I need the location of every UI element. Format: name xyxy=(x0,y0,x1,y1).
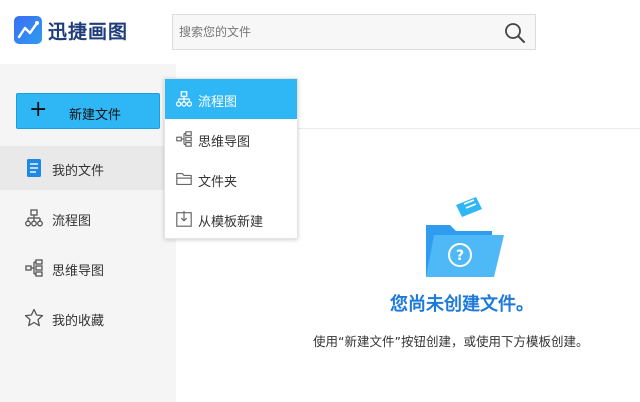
sidebar-item-flowchart[interactable]: 流程图 xyxy=(0,196,164,240)
sidebar-item-label: 思维导图 xyxy=(52,264,105,279)
dropdown-item-folder[interactable]: 文件夹 xyxy=(165,159,297,199)
mindmap-icon xyxy=(175,130,193,148)
sidebar-item-favorites[interactable]: 我的收藏 xyxy=(0,296,164,340)
empty-state-description: 使用“新建文件”按钮创建，或使用下方模板创建。 xyxy=(313,334,589,349)
new-file-dropdown: 流程图 思维导图 文件夹 从模板新建 xyxy=(164,78,298,239)
sidebar-item-label: 流程图 xyxy=(52,214,92,229)
sidebar-item-my-files[interactable]: 我的文件 xyxy=(0,146,164,190)
document-icon xyxy=(24,158,44,178)
empty-folder-illustration: ? xyxy=(420,195,510,285)
dropdown-item-label: 流程图 xyxy=(198,95,238,110)
app-header: 迅捷画图 xyxy=(0,0,640,64)
search-box xyxy=(172,14,536,50)
folder-icon xyxy=(175,170,193,188)
search-input[interactable] xyxy=(173,15,505,49)
dropdown-item-mindmap[interactable]: 思维导图 xyxy=(165,119,297,159)
flowchart-icon xyxy=(175,90,193,108)
empty-state-title: 您尚未创建文件。 xyxy=(390,294,534,315)
dropdown-item-from-template[interactable]: 从模板新建 xyxy=(165,199,297,239)
dropdown-item-label: 文件夹 xyxy=(198,175,238,190)
svg-text:?: ? xyxy=(456,248,464,264)
app-logo[interactable]: 迅捷画图 xyxy=(14,16,128,44)
star-icon xyxy=(24,308,44,328)
dropdown-item-flowchart[interactable]: 流程图 xyxy=(165,79,297,119)
logo-icon xyxy=(14,16,42,44)
template-icon xyxy=(175,210,193,228)
app-name: 迅捷画图 xyxy=(48,20,129,43)
new-file-button[interactable]: + 新建文件 xyxy=(16,93,160,129)
dropdown-item-label: 思维导图 xyxy=(198,135,251,150)
sidebar-item-label: 我的文件 xyxy=(52,164,105,179)
search-icon[interactable] xyxy=(503,21,527,45)
dropdown-item-label: 从模板新建 xyxy=(198,215,264,230)
mindmap-icon xyxy=(24,258,44,278)
new-file-label: 新建文件 xyxy=(69,108,122,123)
sidebar-item-label: 我的收藏 xyxy=(52,314,105,329)
sidebar: + 新建文件 我的文件 流程图 思维导图 我的收藏 xyxy=(0,64,176,402)
flowchart-icon xyxy=(24,208,44,228)
sidebar-item-mindmap[interactable]: 思维导图 xyxy=(0,246,164,290)
plus-icon: + xyxy=(29,97,48,122)
